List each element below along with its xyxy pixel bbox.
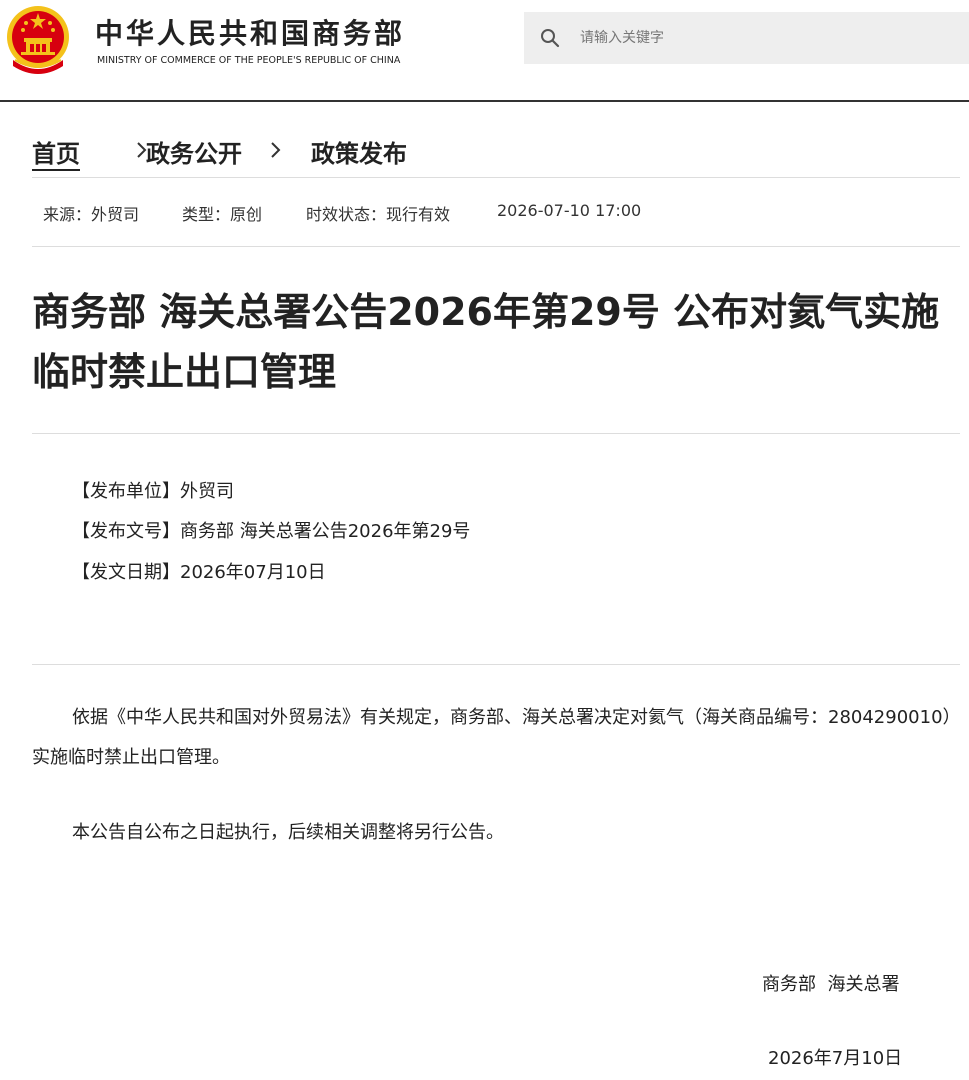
site-header: 中华人民共和国商务部 MINISTRY OF COMMERCE OF THE P… (0, 0, 969, 102)
chevron-right-icon (271, 142, 281, 158)
divider (32, 177, 960, 178)
info-document-number: 【发布文号】商务部 海关总署公告2026年第29号 (72, 521, 471, 542)
meta-type: 类型：原创 (182, 205, 263, 224)
search-box (524, 12, 969, 64)
breadcrumb-home[interactable]: 首页 (32, 134, 80, 171)
signature-date: 2026年7月10日 (768, 1048, 903, 1069)
meta-status: 时效状态：现行有效 (306, 205, 451, 224)
meta-datetime: 2026-07-10 17:00 (497, 201, 642, 220)
breadcrumb-government-affairs[interactable]: 政务公开 (146, 134, 242, 169)
divider (32, 433, 960, 434)
breadcrumb-policy-release[interactable]: 政策发布 (311, 134, 407, 169)
meta-source: 来源：外贸司 (43, 205, 140, 224)
search-icon[interactable] (540, 28, 560, 48)
site-title-english: MINISTRY OF COMMERCE OF THE PEOPLE'S REP… (97, 55, 401, 66)
national-emblem-icon[interactable] (5, 4, 71, 74)
search-input[interactable] (580, 12, 950, 64)
info-publisher: 【发布单位】外贸司 (72, 481, 234, 502)
article-title: 商务部 海关总署公告2026年第29号 公布对氦气实施临时禁止出口管理 (32, 290, 940, 394)
body-paragraph: 依据《中华人民共和国对外贸易法》有关规定，商务部、海关总署决定对氦气（海关商品编… (32, 707, 961, 768)
body-paragraph: 本公告自公布之日起执行，后续相关调整将另行公告。 (72, 822, 504, 843)
divider (32, 664, 960, 665)
signature: 商务部 海关总署 (762, 974, 900, 995)
info-issue-date: 【发文日期】2026年07月10日 (72, 562, 326, 583)
site-title[interactable]: 中华人民共和国商务部 (95, 12, 405, 52)
divider (32, 246, 960, 247)
